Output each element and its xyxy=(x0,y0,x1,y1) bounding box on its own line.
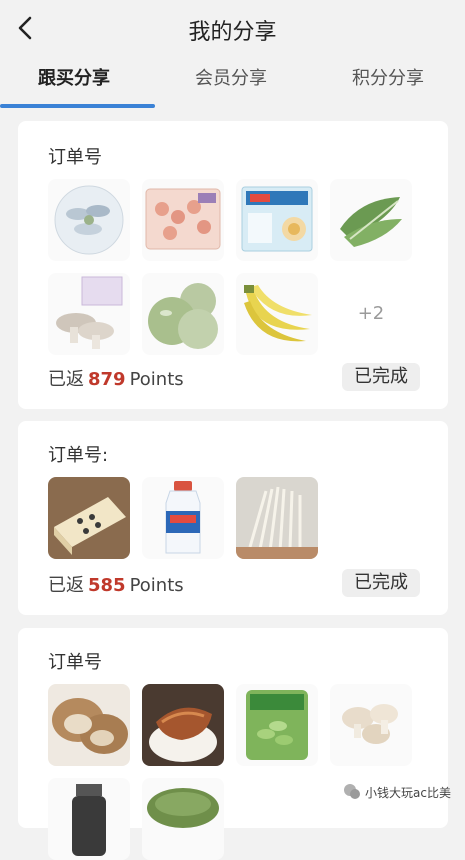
tab-follow-buy-share[interactable]: 跟买分享 xyxy=(38,64,110,90)
order-number-label: 订单号 xyxy=(48,147,102,168)
product-thumbnail-green-tea-leaves[interactable] xyxy=(142,778,224,860)
more-items-count[interactable]: +2 xyxy=(330,273,412,355)
product-thumbnail-shrimp-pack[interactable] xyxy=(142,179,224,261)
tab-bar: 跟买分享 会员分享 积分分享 xyxy=(0,56,465,110)
rebate-info: 已返 585 Points xyxy=(48,571,184,597)
product-thumbnail-braised-pork-rice[interactable] xyxy=(142,684,224,766)
status-badge: 已完成 xyxy=(342,363,420,391)
watermark-text: 小钱大玩ac比美 xyxy=(365,785,451,800)
rebate-prefix: 已返 xyxy=(48,575,84,596)
product-thumbnail-milk-bottle[interactable] xyxy=(142,477,224,559)
status-badge: 已完成 xyxy=(342,569,420,597)
product-thumbnail-bread[interactable] xyxy=(48,684,130,766)
tab-points-share[interactable]: 积分分享 xyxy=(352,64,424,90)
product-thumbnail-fish-platter[interactable] xyxy=(48,179,130,261)
active-tab-indicator xyxy=(0,104,155,108)
product-thumbnail-edamame-pack[interactable] xyxy=(236,684,318,766)
rebate-points: 879 xyxy=(88,369,126,390)
product-thumbnail-cheese-cake[interactable] xyxy=(48,477,130,559)
product-thumbnail-mushrooms[interactable] xyxy=(330,684,412,766)
product-thumbnail-egg-tart-box[interactable] xyxy=(236,179,318,261)
product-thumbnail-bananas[interactable] xyxy=(236,273,318,355)
product-thumbnail-mushroom-pack[interactable] xyxy=(48,273,130,355)
page-title: 我的分享 xyxy=(188,20,277,45)
order-number-label: 订单号: xyxy=(48,445,109,466)
points-unit: Points xyxy=(129,369,184,390)
rebate-info: 已返 879 Points xyxy=(48,365,184,391)
product-thumbnail-enoki-mushrooms[interactable] xyxy=(236,477,318,559)
product-thumbnail-green-melons[interactable] xyxy=(142,273,224,355)
tab-member-share[interactable]: 会员分享 xyxy=(195,64,267,90)
order-card[interactable]: 订单号 +2 已返 879 Points 已完成 xyxy=(18,121,448,409)
order-number-label: 订单号 xyxy=(48,652,102,673)
watermark: 小钱大玩ac比美 xyxy=(343,783,451,801)
product-thumbnail-green-vegetable[interactable] xyxy=(330,179,412,261)
product-thumbnail-dark-jar[interactable] xyxy=(48,778,130,860)
wechat-icon xyxy=(344,784,361,799)
rebate-points: 585 xyxy=(88,575,126,596)
top-bar: 我的分享 xyxy=(0,0,465,56)
rebate-prefix: 已返 xyxy=(48,369,84,390)
order-card[interactable]: 订单号: 已返 585 Points 已完成 xyxy=(18,421,448,615)
points-unit: Points xyxy=(129,575,184,596)
